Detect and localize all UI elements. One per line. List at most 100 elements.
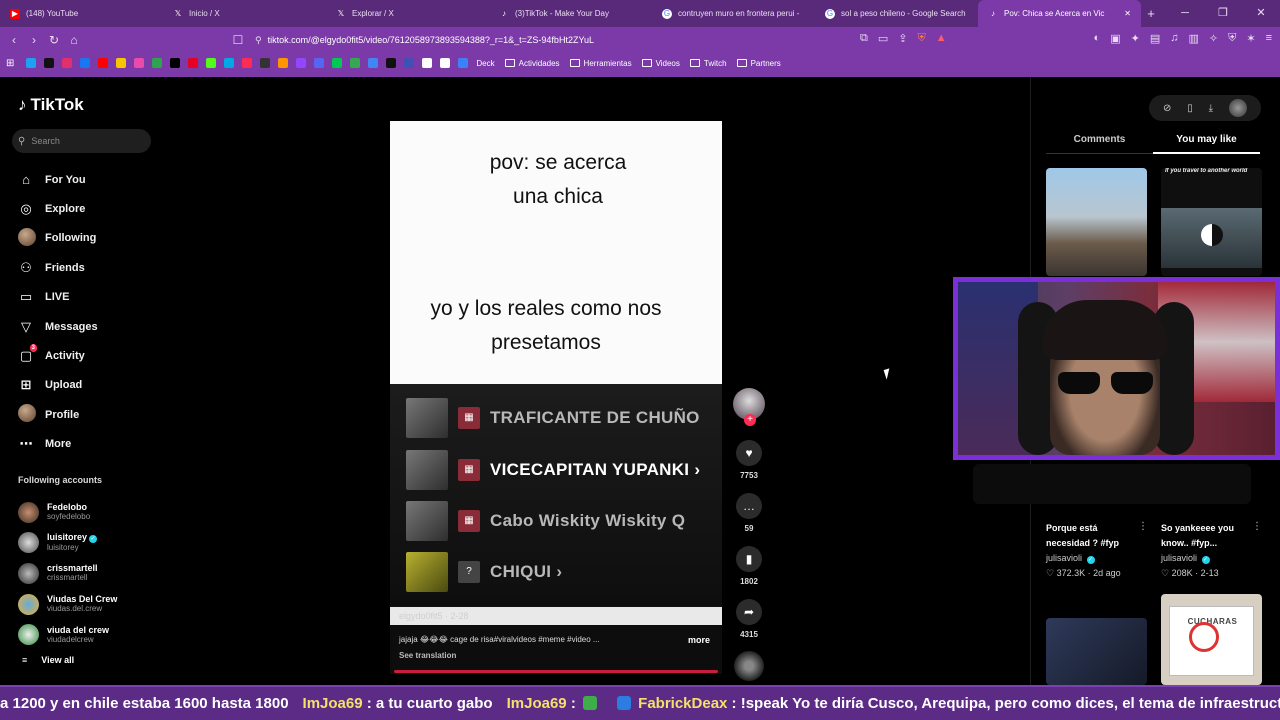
following-account[interactable]: luisitorey ✓ luisitorey	[18, 528, 168, 559]
video-player[interactable]: pov: se acerca una chica yo y los reales…	[390, 121, 722, 674]
nav-explore[interactable]: ◎ Explore	[18, 194, 168, 223]
bookmark-folder-herramientas[interactable]: Herramientas	[569, 59, 632, 68]
more-options-icon[interactable]: ⋮	[1138, 521, 1148, 532]
rewards-icon[interactable]: ▲	[936, 32, 947, 45]
bookmark-icon[interactable]	[170, 58, 181, 68]
bookmark-icon[interactable]	[440, 58, 451, 68]
tab-tiktok[interactable]: ♪ (3)TikTok - Make Your Day	[489, 0, 652, 27]
share-icon[interactable]: ➦	[736, 599, 762, 625]
bookmark-icon[interactable]	[368, 58, 379, 68]
recommended-video-thumbnail[interactable]	[1046, 618, 1147, 685]
restore-button[interactable]: ❐	[1204, 0, 1242, 27]
reload-icon[interactable]: ↻	[44, 33, 64, 47]
bookmark-folder-twitch[interactable]: Twitch	[689, 59, 727, 68]
apps-grid-icon[interactable]: ⊞	[6, 58, 14, 69]
leo-icon[interactable]: ✶	[1246, 32, 1255, 45]
new-tab-button[interactable]: +	[1141, 6, 1161, 21]
share-page-icon[interactable]: ⇪	[898, 32, 907, 45]
nav-activity[interactable]: ▢ 3 Activity	[18, 341, 168, 370]
extension-icon[interactable]: ▤	[1150, 32, 1160, 45]
recommended-video-thumbnail[interactable]	[1046, 168, 1147, 276]
comment-action[interactable]: … 59	[731, 493, 767, 533]
nav-following[interactable]: Following	[18, 224, 168, 253]
bookmark-folder-videos[interactable]: Videos	[641, 59, 680, 68]
comment-icon[interactable]: …	[736, 493, 762, 519]
bookmark-folder-partners[interactable]: Partners	[736, 59, 781, 68]
recommended-video-thumbnail[interactable]: CUCHARAS	[1161, 594, 1262, 685]
tab-active-tiktok-video[interactable]: ♪ Pov: Chica se Acerca en Vic ✕	[978, 0, 1141, 27]
pip-icon[interactable]: ▭	[878, 32, 888, 45]
music-disc-icon[interactable]	[734, 651, 764, 681]
extension-icon[interactable]: ✦	[1131, 32, 1140, 45]
menu-icon[interactable]: ≡	[1266, 32, 1272, 45]
home-icon[interactable]: ⌂	[64, 33, 84, 47]
extension-icon[interactable]: ◐	[1094, 32, 1101, 45]
tab-google-muro[interactable]: G contruyen muro en frontera perui -	[652, 0, 815, 27]
more-button[interactable]: more	[688, 635, 710, 645]
bookmark-page-icon[interactable]: ☐	[228, 33, 248, 47]
close-window-button[interactable]: ✕	[1242, 0, 1280, 27]
wallet-icon[interactable]: ▥	[1188, 32, 1198, 45]
nav-live[interactable]: ▭ LIVE	[18, 283, 168, 312]
bookmark-action[interactable]: ▮ 1802	[731, 546, 767, 586]
cast-icon[interactable]: ⧉	[860, 32, 868, 45]
search-input[interactable]: ⚲ Search	[12, 129, 151, 153]
bookmark-deck[interactable]: Deck	[476, 59, 494, 68]
bookmark-icon[interactable]	[80, 58, 91, 68]
bookmark-icon[interactable]	[62, 58, 73, 68]
music-icon[interactable]: ♫	[1170, 32, 1178, 45]
more-options-icon[interactable]: ⋮	[1252, 521, 1262, 532]
creator-avatar[interactable]: +	[733, 388, 765, 426]
recommended-video-thumbnail[interactable]: If you travel to another world	[1161, 168, 1262, 276]
minimize-button[interactable]: ─	[1166, 0, 1204, 27]
extension-icon[interactable]: ▣	[1110, 32, 1120, 45]
bookmark-folder-actividades[interactable]: Actividades	[504, 59, 560, 68]
vpn-icon[interactable]: ⛨	[1228, 32, 1236, 45]
bookmark-icon[interactable]	[404, 58, 415, 68]
following-account[interactable]: viuda del crew viudadelcrew	[18, 619, 168, 650]
tab-google-sol[interactable]: G sol a peso chileno - Google Search	[815, 0, 978, 27]
follow-plus-icon[interactable]: +	[744, 414, 756, 426]
bookmark-icon[interactable]	[458, 58, 469, 68]
following-account[interactable]: Viudas Del Crew viudas.del.crew	[18, 589, 168, 620]
tiktok-logo[interactable]: ♪ TikTok	[18, 95, 84, 115]
bookmark-icon[interactable]	[242, 58, 253, 68]
bookmark-icon[interactable]	[26, 58, 37, 68]
nav-friends[interactable]: ⚇ Friends	[18, 253, 168, 282]
video-progress-bar[interactable]	[394, 670, 718, 673]
bookmark-icon[interactable]	[422, 58, 433, 68]
tab-comments[interactable]: Comments	[1046, 127, 1153, 154]
forward-icon[interactable]: ›	[24, 33, 44, 47]
user-avatar[interactable]	[1229, 99, 1247, 117]
recommended-video-meta[interactable]: So yankeeee you know.. #fyp... julisavio…	[1161, 521, 1253, 581]
tab-youtube[interactable]: ▶ (148) YouTube	[0, 0, 163, 27]
nav-upload[interactable]: ⊞ Upload	[18, 371, 168, 400]
close-tab-icon[interactable]: ✕	[1124, 9, 1131, 18]
following-account[interactable]: Fedelobo soyfedelobo	[18, 497, 168, 528]
recommended-video-meta[interactable]: Porque está necesidad ? #fyp julisavioli…	[1046, 521, 1138, 581]
nav-messages[interactable]: ▽ Messages	[18, 312, 168, 341]
bookmark-icon[interactable]	[116, 58, 127, 68]
share-action[interactable]: ➦ 4315	[731, 599, 767, 639]
bookmark-icon[interactable]	[314, 58, 325, 68]
tab-you-may-like[interactable]: You may like	[1153, 127, 1260, 154]
back-icon[interactable]: ‹	[4, 33, 24, 47]
nav-profile[interactable]: Profile	[18, 400, 168, 429]
download-icon[interactable]: ⤓	[1209, 103, 1213, 114]
bookmark-icon[interactable]	[260, 58, 271, 68]
nav-for-you[interactable]: ⌂ For You	[18, 165, 168, 194]
heart-icon[interactable]: ♥	[736, 440, 762, 466]
bookmark-icon[interactable]	[188, 58, 199, 68]
following-account[interactable]: crissmartell crissmartell	[18, 558, 168, 589]
bookmark-icon[interactable]	[278, 58, 289, 68]
bookmark-icon[interactable]	[134, 58, 145, 68]
tab-x-home[interactable]: 𝕏 Inicio / X	[163, 0, 326, 27]
like-action[interactable]: ♥ 7753	[731, 440, 767, 480]
nav-more[interactable]: ⋯ More	[18, 430, 168, 459]
bookmark-icon[interactable]	[350, 58, 361, 68]
bookmark-icon[interactable]: ▮	[736, 546, 762, 572]
device-icon[interactable]: ▯	[1187, 103, 1193, 114]
bookmark-icon[interactable]	[98, 58, 109, 68]
coins-icon[interactable]: ⊘	[1163, 103, 1171, 114]
bookmark-icon[interactable]	[296, 58, 307, 68]
